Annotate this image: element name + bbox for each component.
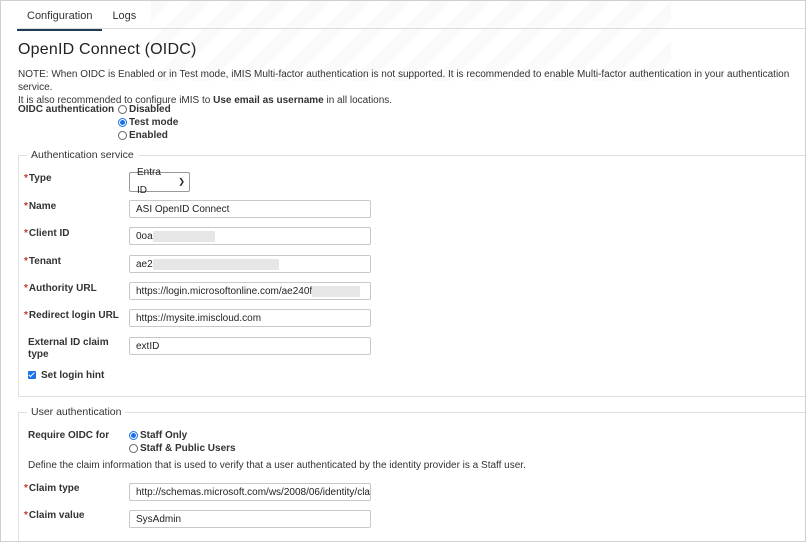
name-label-text: Name xyxy=(28,201,57,212)
radio-staff-only[interactable]: Staff Only xyxy=(129,429,236,442)
redirect-login-url-input[interactable]: https://mysite.imiscloud.com xyxy=(129,309,371,327)
name-input[interactable]: ASI OpenID Connect xyxy=(129,200,371,218)
radio-test-mode[interactable]: Test mode xyxy=(118,116,178,129)
authority-url-input[interactable]: https://login.microsoftonline.com/ae240f xyxy=(129,282,371,300)
tab-bar: Configuration Logs xyxy=(17,1,146,31)
authentication-service-legend: Authentication service xyxy=(27,149,138,161)
radio-disabled[interactable]: Disabled xyxy=(118,103,178,116)
authority-url-label-text: Authority URL xyxy=(28,283,97,294)
type-label-text: Type xyxy=(28,173,52,184)
type-select-value: Entra ID xyxy=(137,167,161,196)
note-line-2-bold: Use email as username xyxy=(213,95,324,106)
tab-divider xyxy=(17,28,805,29)
authority-url-label: *Authority URL xyxy=(24,283,97,295)
note-line-1: NOTE: When OIDC is Enabled or in Test mo… xyxy=(18,69,790,93)
claim-value-label-text: Claim value xyxy=(28,510,85,521)
tenant-label-text: Tenant xyxy=(28,256,61,267)
external-id-claim-type-label: External ID claim type xyxy=(28,337,109,361)
page-title: OpenID Connect (OIDC) xyxy=(18,41,197,58)
claim-type-input[interactable]: http://schemas.microsoft.com/ws/2008/06/… xyxy=(129,483,371,501)
chevron-down-icon: ❯ xyxy=(178,177,185,186)
require-oidc-for-label: Require OIDC for xyxy=(28,430,110,441)
required-marker: * xyxy=(24,510,28,521)
oidc-note: NOTE: When OIDC is Enabled or in Test mo… xyxy=(18,68,800,107)
type-label: *Type xyxy=(24,173,52,185)
client-id-label-text: Client ID xyxy=(28,228,70,239)
claim-type-label-text: Claim type xyxy=(28,483,80,494)
client-id-label: *Client ID xyxy=(24,228,69,240)
set-login-hint-checkbox[interactable] xyxy=(28,371,36,379)
redacted-blur xyxy=(312,285,361,297)
radio-circle[interactable] xyxy=(118,105,127,114)
external-id-label-line-1: External ID claim xyxy=(28,337,109,348)
required-marker: * xyxy=(24,283,28,294)
require-oidc-radio-group: Staff Only Staff & Public Users xyxy=(129,429,236,455)
authority-url-value: https://login.microsoftonline.com/ae240f xyxy=(136,286,313,297)
required-marker: * xyxy=(24,256,28,267)
radio-circle[interactable] xyxy=(129,444,138,453)
tab-logs[interactable]: Logs xyxy=(102,1,146,29)
radio-enabled[interactable]: Enabled xyxy=(118,129,178,142)
radio-test-mode-label: Test mode xyxy=(129,117,179,128)
redacted-blur xyxy=(152,230,215,242)
external-id-claim-type-input[interactable]: extID xyxy=(129,337,371,355)
note-line-2-post: in all locations. xyxy=(323,95,393,106)
tenant-label: *Tenant xyxy=(24,256,61,268)
required-marker: * xyxy=(24,201,28,212)
oidc-authentication-radio-group: Disabled Test mode Enabled xyxy=(118,103,178,142)
redacted-blur xyxy=(152,258,279,270)
claim-definition-text: Define the claim information that is use… xyxy=(28,460,526,471)
claim-value-input[interactable]: SysAdmin xyxy=(129,510,371,528)
client-id-value: 0oa xyxy=(136,231,153,242)
claim-type-label: *Claim type xyxy=(24,483,79,495)
radio-staff-only-label: Staff Only xyxy=(140,430,188,441)
tenant-input[interactable]: ae2 xyxy=(129,255,371,273)
radio-disabled-label: Disabled xyxy=(129,104,171,115)
redirect-login-url-label-text: Redirect login URL xyxy=(28,310,119,321)
tenant-value: ae2 xyxy=(136,259,153,270)
external-id-label-line-2: type xyxy=(28,349,49,360)
radio-circle-selected[interactable] xyxy=(118,118,127,127)
required-marker: * xyxy=(24,173,28,184)
required-marker: * xyxy=(24,483,28,494)
radio-enabled-label: Enabled xyxy=(129,130,168,141)
name-label: *Name xyxy=(24,201,56,213)
user-authentication-legend: User authentication xyxy=(27,406,126,418)
set-login-hint-label: Set login hint xyxy=(41,370,105,381)
required-marker: * xyxy=(24,228,28,239)
oidc-authentication-label: OIDC authentication xyxy=(18,104,115,115)
radio-circle[interactable] xyxy=(118,131,127,140)
redirect-login-url-label: *Redirect login URL xyxy=(24,310,119,322)
radio-circle-selected[interactable] xyxy=(129,431,138,440)
claim-value-label: *Claim value xyxy=(24,510,85,522)
type-select[interactable]: Entra ID ❯ xyxy=(129,167,190,196)
page-frame: Configuration Logs OpenID Connect (OIDC)… xyxy=(0,0,806,542)
tab-configuration[interactable]: Configuration xyxy=(17,1,103,31)
required-marker: * xyxy=(24,310,28,321)
radio-staff-public-users-label: Staff & Public Users xyxy=(140,443,236,454)
client-id-input[interactable]: 0oa xyxy=(129,227,371,245)
radio-staff-public-users[interactable]: Staff & Public Users xyxy=(129,442,236,455)
